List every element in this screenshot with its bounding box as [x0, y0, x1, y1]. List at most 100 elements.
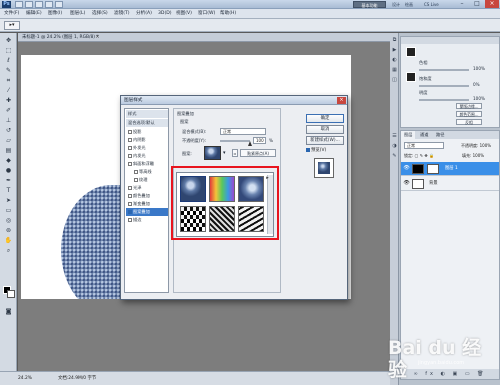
marquee-tool-icon[interactable]: ⬚ [3, 47, 14, 54]
dialog-close-icon[interactable]: × [337, 97, 346, 104]
document-tab[interactable]: 未标题-1 @ 24.2% (图层 1, RGB/8) * × [18, 33, 390, 42]
checkbox[interactable] [134, 170, 138, 174]
styles-panel-icon[interactable]: ◫ [391, 77, 398, 84]
invert-button[interactable]: 反相 [456, 119, 482, 125]
snap-to-origin-button[interactable]: 贴紧原点(A) [240, 149, 276, 157]
workspace-paint-link[interactable]: 绘画 [405, 1, 413, 8]
style-item-satin[interactable]: 光泽 [126, 184, 168, 192]
path-select-tool-icon[interactable]: ➤ [3, 197, 14, 204]
zoom-field[interactable]: 24.2% [18, 375, 38, 383]
cancel-button[interactable]: 取消 [306, 125, 344, 134]
workspace-design-link[interactable]: 设计 [392, 1, 400, 8]
layer-row-layer1[interactable]: 👁 图层 1 [401, 162, 499, 176]
blend-options-item[interactable]: 混合选项:默认 [126, 119, 168, 127]
actions-panel-icon[interactable]: ▶ [391, 47, 398, 54]
maximize-icon[interactable]: □ [470, 0, 484, 8]
document-size-info[interactable]: 文档:24.9M/0 字节 [58, 375, 96, 383]
menu-image[interactable]: 图像(I) [48, 10, 62, 18]
tab-layers[interactable]: 图层 [401, 131, 416, 139]
checkbox[interactable] [128, 130, 132, 134]
menu-window[interactable]: 窗口(W) [198, 10, 215, 18]
menu-help[interactable]: 帮助(H) [220, 10, 236, 18]
menu-layer[interactable]: 图层(L) [70, 10, 85, 18]
minimize-icon[interactable]: – [455, 0, 469, 8]
style-item-inner-shadow[interactable]: 内阴影 [126, 136, 168, 144]
workspace-essentials-button[interactable]: 基本功能 [353, 1, 386, 8]
menu-analysis[interactable]: 分析(A) [136, 10, 152, 18]
checkbox[interactable] [128, 162, 132, 166]
quick-mask-icon[interactable]: ◙ [3, 308, 14, 315]
checkbox[interactable] [128, 146, 132, 150]
checkbox[interactable] [128, 194, 132, 198]
eye-icon[interactable]: 👁 [403, 180, 410, 187]
new-style-button[interactable]: 新建样式(W)... [306, 136, 344, 145]
paths-panel-icon[interactable]: ✎ [391, 153, 398, 160]
layers-panel-icon[interactable]: ☰ [391, 133, 398, 140]
hand-tool-icon[interactable]: ✋ [3, 237, 14, 244]
style-item-outer-glow[interactable]: 外发光 [126, 144, 168, 152]
style-item-gradient-overlay[interactable]: 渐变叠加 [126, 200, 168, 208]
bridge-icon[interactable] [15, 1, 23, 8]
cs-live-button[interactable]: CS Live [424, 1, 448, 8]
eye-icon[interactable]: 👁 [403, 165, 410, 172]
document-close-icon[interactable]: × [94, 34, 101, 41]
menu-file[interactable]: 文件(F) [4, 10, 19, 18]
new-preset-icon[interactable]: ▫ [232, 149, 238, 157]
eyedropper-tool-icon[interactable]: ⁄ [3, 87, 14, 94]
menu-3d[interactable]: 3D(D) [158, 10, 172, 18]
close-icon[interactable]: × [485, 0, 499, 8]
lock-icons[interactable]: ▢ ✎ ✥ 🔒 [415, 153, 434, 158]
layer-opacity-field[interactable]: 不透明度: 100% [461, 142, 491, 149]
menu-filter[interactable]: 滤镜(T) [114, 10, 130, 18]
dodge-tool-icon[interactable]: ● [3, 167, 14, 174]
blend-mode-select[interactable]: 正常 [220, 128, 266, 135]
style-list-header[interactable]: 样式 [126, 110, 168, 118]
color-panel-icon[interactable]: ◐ [391, 57, 398, 64]
checkbox[interactable] [128, 154, 132, 158]
background-color-swatch[interactable] [7, 290, 15, 298]
tool-preset-picker[interactable]: ▸▾ [4, 21, 20, 30]
ok-button[interactable]: 确定 [306, 114, 344, 123]
checkbox[interactable] [134, 178, 138, 182]
3d-rotate-tool-icon[interactable]: ◎ [3, 217, 14, 224]
checkbox[interactable] [128, 210, 132, 214]
layer-blend-mode-select[interactable]: 正常 [404, 142, 444, 149]
clone-stamp-tool-icon[interactable]: ⊥ [3, 117, 14, 124]
tab-paths[interactable]: 路径 [433, 131, 447, 139]
opacity-slider[interactable] [220, 140, 250, 142]
brush-tool-icon[interactable]: ✐ [3, 107, 14, 114]
checkbox[interactable] [306, 147, 310, 152]
checkbox[interactable] [128, 138, 132, 142]
style-item-drop-shadow[interactable]: 投影 [126, 128, 168, 136]
move-tool-icon[interactable]: ✥ [3, 37, 14, 44]
menu-view[interactable]: 视图(V) [176, 10, 192, 18]
layer-fill-field[interactable]: 填充: 100% [462, 152, 484, 159]
mini-bridge-icon[interactable] [25, 1, 33, 8]
tab-channels[interactable]: 通道 [417, 131, 431, 139]
pattern-swatch[interactable] [204, 146, 221, 160]
checkbox[interactable] [128, 186, 132, 190]
style-item-texture[interactable]: 纹理 [126, 176, 168, 184]
healing-brush-tool-icon[interactable]: ✚ [3, 97, 14, 104]
checkbox[interactable] [128, 218, 132, 222]
crop-tool-icon[interactable]: ⌗ [3, 77, 14, 84]
arrange-documents-icon[interactable] [55, 1, 63, 8]
pattern-dropdown-icon[interactable]: ▾ [223, 150, 226, 157]
checkbox[interactable] [128, 202, 132, 206]
style-item-contour[interactable]: 等高线 [126, 168, 168, 176]
history-brush-tool-icon[interactable]: ↺ [3, 127, 14, 134]
blur-tool-icon[interactable]: ◆ [3, 157, 14, 164]
history-panel-icon[interactable]: ⧉ [391, 37, 398, 44]
3d-orbit-tool-icon[interactable]: ⊚ [3, 227, 14, 234]
view-extras-icon[interactable] [45, 1, 53, 8]
saturation-slider[interactable] [419, 85, 469, 87]
menu-edit[interactable]: 编辑(E) [26, 10, 42, 18]
adjustment-thumb-1[interactable] [406, 47, 416, 57]
shape-tool-icon[interactable]: ▭ [3, 207, 14, 214]
quick-select-tool-icon[interactable]: ✎ [3, 67, 14, 74]
style-item-stroke[interactable]: 描边 [126, 216, 168, 224]
color-range-button[interactable]: 颜色范围... [456, 111, 482, 117]
style-item-inner-glow[interactable]: 内发光 [126, 152, 168, 160]
channels-panel-icon[interactable]: ◑ [391, 143, 398, 150]
layer-row-background[interactable]: 👁 背景 [401, 177, 499, 191]
